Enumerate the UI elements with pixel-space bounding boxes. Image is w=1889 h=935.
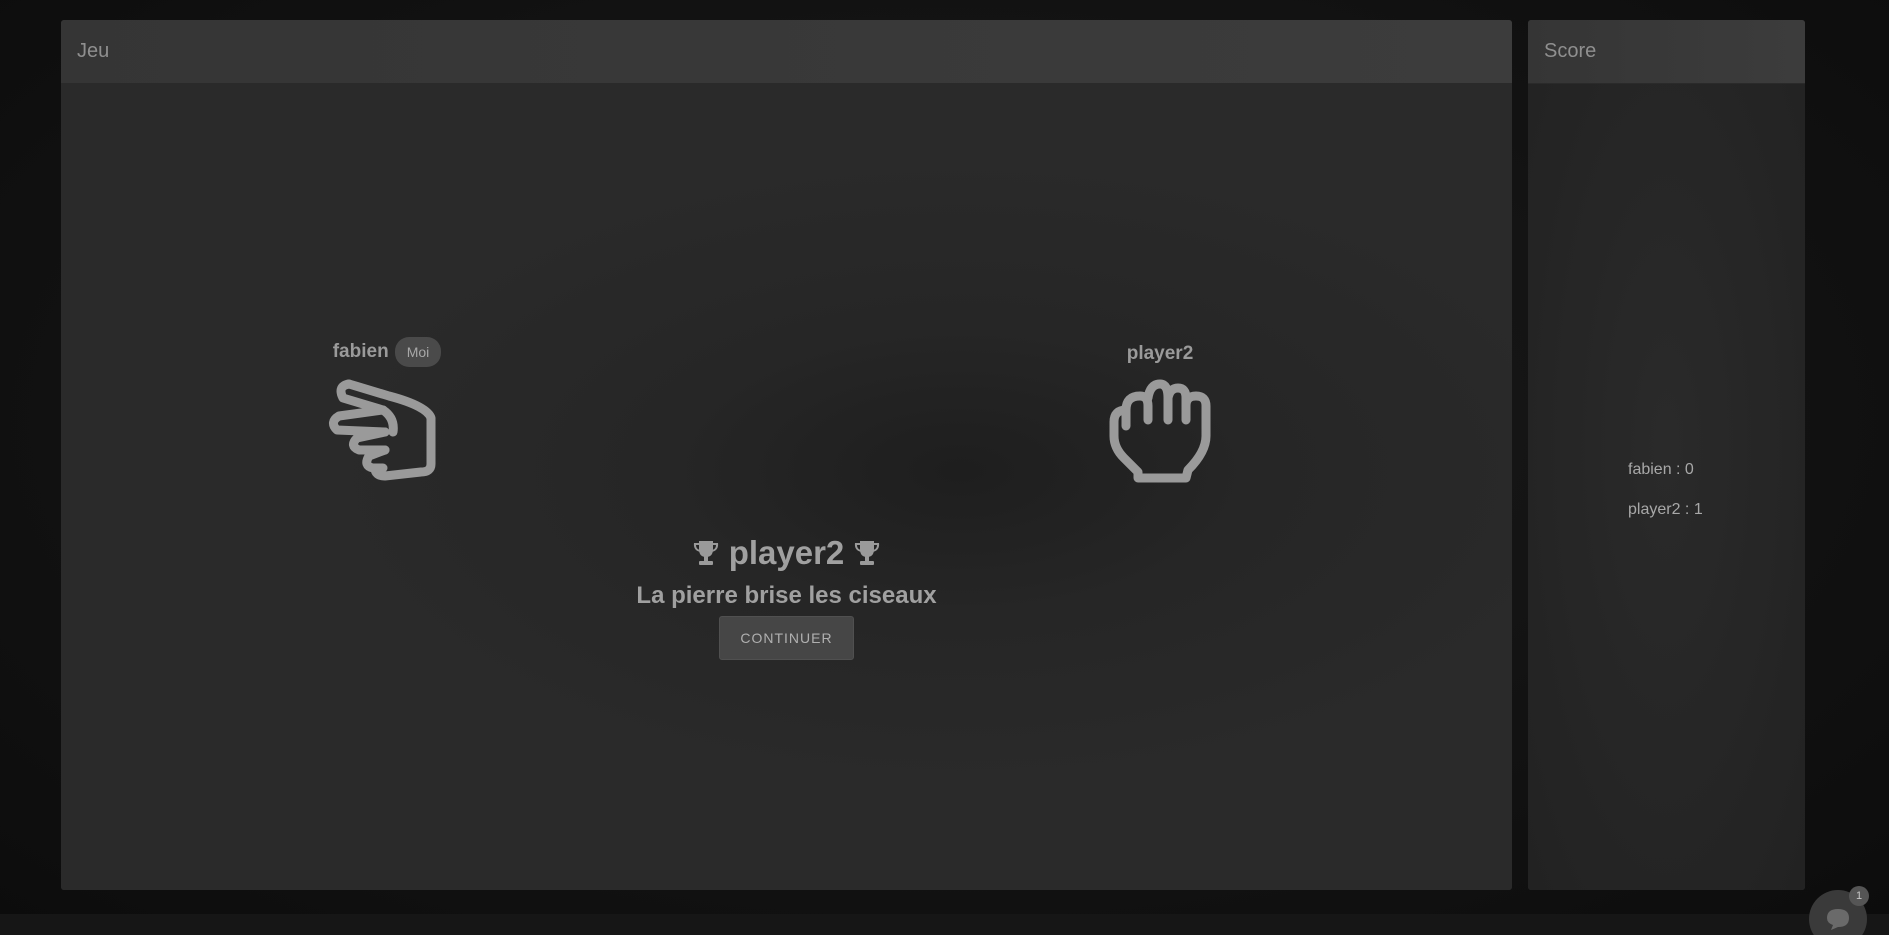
chat-unread-badge: 1 [1849, 886, 1869, 906]
score-row-fabien: fabien : 0 [1628, 461, 1694, 478]
game-area: fabien Moi player2 player2 La pierre bri… [61, 84, 1512, 890]
round-result: player2 La pierre brise les ciseaux CONT… [580, 530, 993, 660]
rock-fist-icon [1109, 379, 1211, 483]
player-left: fabien Moi [292, 336, 482, 482]
continue-button[interactable]: CONTINUER [719, 616, 854, 660]
trophy-icon [693, 541, 718, 565]
scissors-hand-icon [329, 379, 436, 481]
score-row-player2: player2 : 1 [1628, 501, 1703, 518]
score-body: fabien : 0 player2 : 1 [1528, 84, 1805, 890]
score-panel-title: Score [1544, 40, 1597, 62]
trophy-icon [855, 541, 880, 565]
game-panel-header: Jeu [61, 20, 1512, 84]
player-left-name: fabien [332, 341, 389, 362]
page: Jeu fabien Moi player2 player2 La pierre… [0, 0, 1889, 935]
game-panel-title: Jeu [77, 40, 110, 62]
player-right-name-row: player2 [1095, 338, 1225, 370]
winner-name: player2 [728, 534, 845, 571]
player-right-name: player2 [1126, 343, 1194, 364]
me-badge: Moi [394, 337, 442, 367]
bottom-bar [0, 914, 1889, 935]
player-left-name-row: fabien Moi [292, 336, 482, 368]
player-right: player2 [1095, 338, 1225, 484]
chat-icon [1827, 909, 1849, 930]
winner-row: player2 [580, 530, 993, 576]
score-panel-header: Score [1528, 20, 1805, 84]
game-panel: Jeu fabien Moi player2 player2 La pierre… [61, 20, 1512, 890]
score-panel: Score fabien : 0 player2 : 1 [1528, 20, 1805, 890]
score-list: fabien : 0 player2 : 1 [1628, 461, 1703, 541]
result-message: La pierre brise les ciseaux [636, 582, 937, 609]
